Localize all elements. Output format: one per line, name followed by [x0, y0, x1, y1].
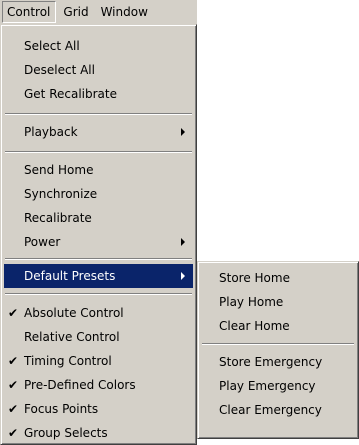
menu-item-group-selects[interactable]: ✔ Group Selects: [4, 421, 193, 445]
menu-control-label: Control: [7, 5, 51, 19]
menu-item-label: Relative Control: [24, 330, 120, 344]
menu-item-focus-points[interactable]: ✔ Focus Points: [4, 397, 193, 421]
menu-item-select-all[interactable]: Select All: [4, 34, 193, 58]
submenu-item-clear-home[interactable]: Clear Home: [201, 314, 355, 338]
menu-item-label: Get Recalibrate: [24, 87, 117, 101]
submenu-item-label: Play Emergency: [219, 379, 316, 393]
menu-item-label: Select All: [24, 39, 80, 53]
submenu-item-play-emergency[interactable]: Play Emergency: [201, 374, 355, 398]
submenu-item-label: Clear Emergency: [219, 403, 322, 417]
menu-item-absolute-control[interactable]: ✔ Absolute Control: [4, 301, 193, 325]
menu-item-label: Timing Control: [24, 354, 112, 368]
menu-item-label: Pre-Defined Colors: [24, 378, 136, 392]
submenu-item-store-emergency[interactable]: Store Emergency: [201, 350, 355, 374]
checkmark-icon: ✔: [7, 402, 19, 416]
control-dropdown-menu: Select All Deselect All Get Recalibrate …: [0, 24, 197, 445]
menu-item-default-presets[interactable]: Default Presets: [4, 264, 193, 288]
menu-item-send-home[interactable]: Send Home: [4, 158, 193, 182]
menu-item-relative-control[interactable]: Relative Control: [4, 325, 193, 349]
menu-separator: [5, 113, 192, 115]
menu-item-label: Power: [24, 235, 61, 249]
menu-separator: [5, 293, 192, 295]
submenu-item-store-home[interactable]: Store Home: [201, 266, 355, 290]
checkmark-icon: ✔: [7, 378, 19, 392]
menu-window[interactable]: Window: [96, 1, 153, 23]
menu-item-power[interactable]: Power: [4, 230, 193, 254]
menu-item-label: Default Presets: [24, 269, 116, 283]
menu-item-label: Playback: [24, 125, 78, 139]
menu-item-playback[interactable]: Playback: [4, 120, 193, 144]
submenu-item-label: Play Home: [219, 295, 284, 309]
menu-separator: [202, 343, 354, 345]
submenu-item-clear-emergency[interactable]: Clear Emergency: [201, 398, 355, 422]
menu-item-recalibrate[interactable]: Recalibrate: [4, 206, 193, 230]
submenu-arrow-icon: [181, 128, 185, 136]
menu-item-label: Recalibrate: [24, 211, 92, 225]
menu-separator: [5, 258, 192, 260]
menu-item-label: Focus Points: [24, 402, 99, 416]
submenu-item-label: Store Emergency: [219, 355, 323, 369]
submenu-item-label: Store Home: [219, 271, 290, 285]
submenu-arrow-icon: [181, 272, 185, 280]
menu-separator: [5, 151, 192, 153]
menu-item-get-recalibrate[interactable]: Get Recalibrate: [4, 82, 193, 106]
checkmark-icon: ✔: [7, 354, 19, 368]
submenu-item-play-home[interactable]: Play Home: [201, 290, 355, 314]
menu-item-label: Deselect All: [24, 63, 95, 77]
checkmark-icon: ✔: [7, 426, 19, 440]
menu-grid[interactable]: Grid: [58, 1, 93, 23]
submenu-arrow-icon: [181, 238, 185, 246]
menu-item-pre-defined-colors[interactable]: ✔ Pre-Defined Colors: [4, 373, 193, 397]
checkmark-icon: ✔: [7, 306, 19, 320]
menu-item-deselect-all[interactable]: Deselect All: [4, 58, 193, 82]
menu-item-timing-control[interactable]: ✔ Timing Control: [4, 349, 193, 373]
menu-item-label: Synchronize: [24, 187, 98, 201]
menu-window-label: Window: [100, 5, 148, 19]
menu-control[interactable]: Control: [2, 1, 57, 23]
menu-grid-label: Grid: [63, 5, 89, 19]
menu-item-label: Group Selects: [24, 426, 108, 440]
menu-item-label: Send Home: [24, 163, 94, 177]
default-presets-submenu: Store Home Play Home Clear Home Store Em…: [197, 261, 359, 439]
menu-item-label: Absolute Control: [24, 306, 124, 320]
menu-item-synchronize[interactable]: Synchronize: [4, 182, 193, 206]
menu-bar: Control Grid Window: [0, 0, 197, 24]
submenu-item-label: Clear Home: [219, 319, 290, 333]
